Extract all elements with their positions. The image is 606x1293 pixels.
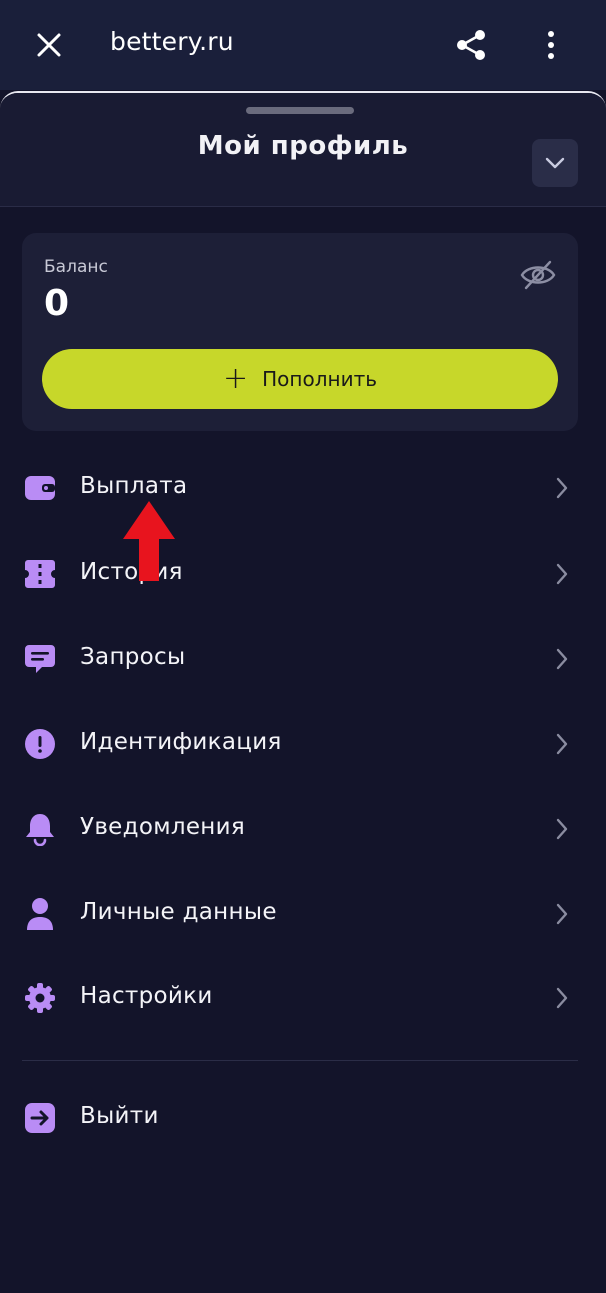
menu-item-history[interactable]: История [0, 539, 606, 609]
menu-label: Запросы [80, 644, 186, 670]
topup-button[interactable]: + Пополнить [42, 349, 558, 409]
more-vertical-icon [548, 31, 554, 59]
menu-label: Идентификация [80, 729, 282, 755]
close-icon [37, 33, 61, 57]
eye-off-icon [520, 260, 556, 290]
user-icon [23, 897, 57, 931]
chevron-right-icon [550, 646, 574, 672]
menu-item-identification[interactable]: Идентификация [0, 709, 606, 779]
ticket-icon [23, 557, 57, 591]
profile-sheet: Мой профиль Баланс 0 + Пополнить Выплата… [0, 91, 606, 1293]
menu-item-payout[interactable]: Выплата [0, 453, 606, 523]
browser-toolbar: bettery.ru [0, 0, 606, 90]
balance-value: 0 [44, 283, 70, 324]
menu-item-notifications[interactable]: Уведомления [0, 794, 606, 864]
gear-icon [23, 981, 57, 1015]
menu-item-requests[interactable]: Запросы [0, 624, 606, 694]
page-url[interactable]: bettery.ru [110, 27, 234, 56]
alert-icon [23, 727, 57, 761]
share-button[interactable] [448, 22, 494, 68]
balance-card: Баланс 0 + Пополнить [22, 233, 578, 431]
menu-item-personal-data[interactable]: Личные данные [0, 879, 606, 949]
menu-divider [22, 1060, 578, 1061]
chevron-right-icon [550, 561, 574, 587]
menu-label: Личные данные [80, 899, 277, 925]
share-icon [457, 30, 485, 60]
chevron-right-icon [550, 901, 574, 927]
menu-label: Настройки [80, 983, 213, 1009]
plus-icon: + [222, 361, 249, 396]
chevron-right-icon [550, 985, 574, 1011]
chat-icon [23, 642, 57, 676]
chevron-right-icon [550, 475, 574, 501]
bell-icon [23, 812, 57, 846]
logout-label: Выйти [80, 1103, 159, 1129]
menu-item-settings[interactable]: Настройки [0, 963, 606, 1033]
drag-handle[interactable] [246, 107, 354, 114]
chevron-right-icon [550, 731, 574, 757]
chevron-right-icon [550, 816, 574, 842]
logout-icon [23, 1101, 57, 1135]
page-title: Мой профиль [197, 131, 409, 161]
annotation-arrow-icon [123, 501, 175, 581]
balance-label: Баланс [44, 257, 108, 277]
topup-label: Пополнить [262, 367, 378, 391]
chevron-down-icon [545, 157, 565, 169]
sheet-header: Мой профиль [0, 93, 606, 207]
menu-label: Выплата [80, 473, 188, 499]
menu-label: Уведомления [80, 814, 246, 840]
close-button[interactable] [26, 22, 72, 68]
collapse-button[interactable] [532, 139, 578, 187]
logout-button[interactable]: Выйти [0, 1083, 606, 1153]
wallet-icon [23, 471, 57, 505]
more-options-button[interactable] [528, 22, 574, 68]
hide-balance-button[interactable] [516, 255, 560, 295]
